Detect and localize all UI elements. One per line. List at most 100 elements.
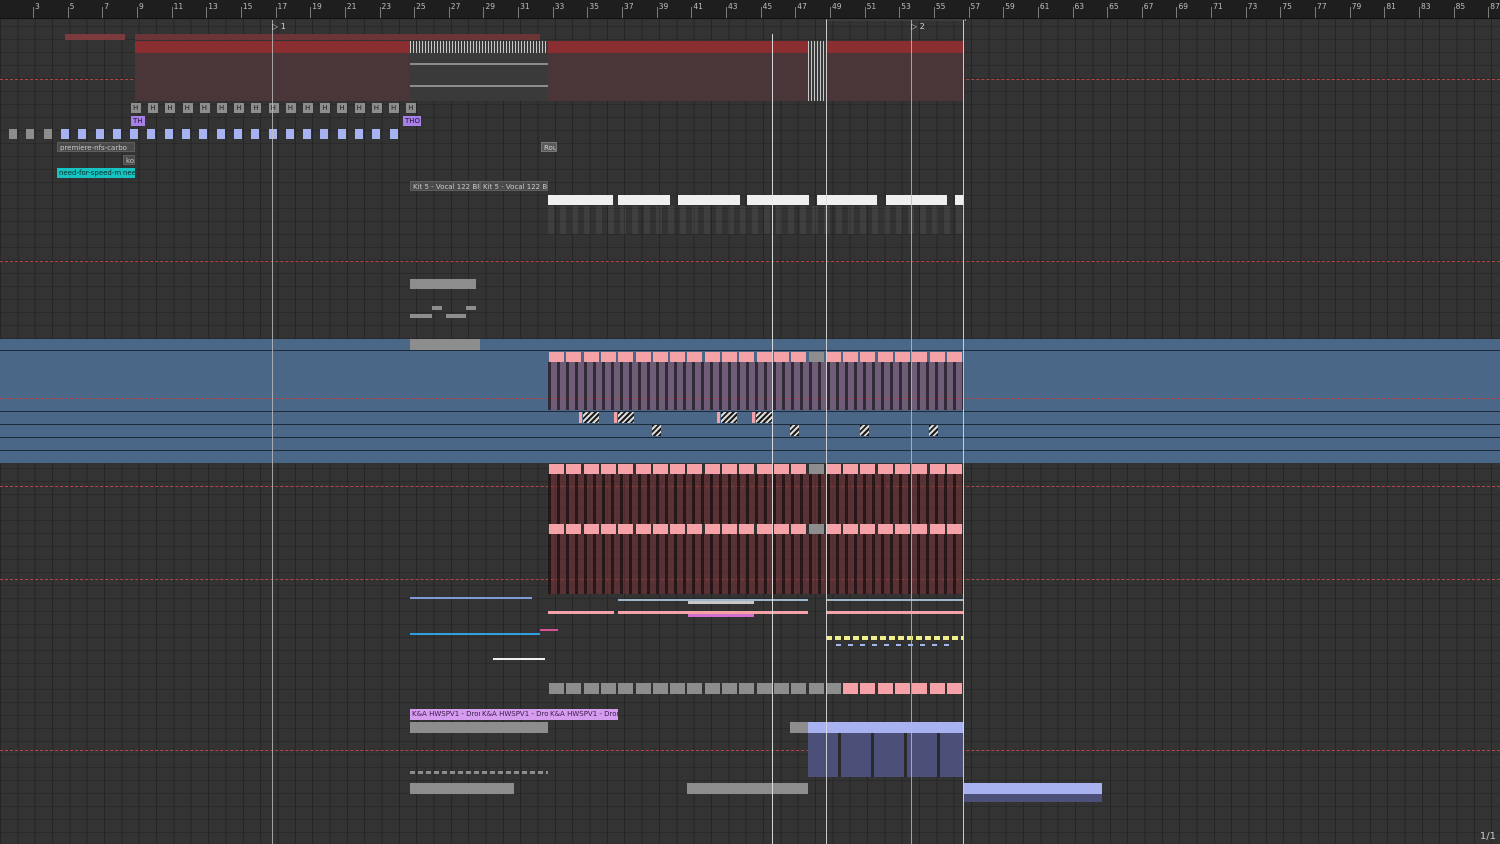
clip-hat[interactable]: H <box>337 103 348 113</box>
clip-lavender-note[interactable] <box>389 129 398 139</box>
clip-hat[interactable]: H <box>251 103 262 113</box>
clip-pink[interactable] <box>670 464 686 474</box>
clip-pink[interactable] <box>877 524 893 534</box>
clip-grey-pink[interactable] <box>549 683 564 694</box>
clip-lavender-note[interactable] <box>130 129 139 139</box>
clip-red-audio[interactable] <box>548 41 808 101</box>
clip-nfs-theme[interactable]: need-for-speed-m <box>57 168 121 178</box>
clip-lavender-note[interactable] <box>233 129 242 139</box>
clip-grey-pink[interactable] <box>722 683 737 694</box>
clip-grey-pink[interactable] <box>618 683 634 694</box>
clip-hat[interactable]: H <box>389 103 399 113</box>
clip-drone[interactable]: K&A HWSPV1 - Dron <box>410 709 480 720</box>
clip-pink[interactable] <box>808 524 824 534</box>
clip-pink[interactable] <box>670 524 686 534</box>
clip-pink[interactable] <box>791 352 807 362</box>
clip-white[interactable] <box>747 195 809 205</box>
clip-pink[interactable] <box>877 352 893 362</box>
clip-lavender-note[interactable] <box>95 129 104 139</box>
clip-pink[interactable] <box>652 352 668 362</box>
clip-pink[interactable] <box>583 352 599 362</box>
clip-pink[interactable] <box>618 524 634 534</box>
clip-red-faint[interactable] <box>135 34 540 40</box>
clip-grey-pink[interactable] <box>635 683 651 694</box>
clip-pink[interactable] <box>583 464 599 474</box>
clip-grey-pink[interactable] <box>704 683 720 694</box>
clip-lavender-note[interactable] <box>60 129 69 139</box>
automation-line[interactable] <box>548 611 614 614</box>
clip-pink[interactable] <box>929 524 945 534</box>
clip-hat[interactable]: H <box>217 103 227 113</box>
clip-pink[interactable] <box>929 464 945 474</box>
clip-pink[interactable] <box>687 352 703 362</box>
clip-white[interactable] <box>618 195 670 205</box>
clip-pink[interactable] <box>566 352 582 362</box>
clip-hat[interactable]: H <box>182 103 193 113</box>
automation-line[interactable] <box>826 599 964 601</box>
clip-hat[interactable]: H <box>354 103 365 113</box>
clip-pink[interactable] <box>739 464 755 474</box>
clip-grey-pink[interactable] <box>600 683 616 694</box>
clip-pink[interactable] <box>618 352 634 362</box>
clip-pink[interactable] <box>549 352 564 362</box>
clip-lavender-note[interactable] <box>9 129 17 139</box>
clip-hat[interactable]: H <box>199 103 210 113</box>
clip-drone[interactable]: K&A HWSPV1 - Dron <box>548 709 618 720</box>
clip-nfs-short[interactable]: nee <box>121 168 135 178</box>
clip-lavender-note[interactable] <box>26 129 35 139</box>
clip-hat[interactable]: H <box>303 103 313 113</box>
clip-hatched[interactable] <box>583 412 599 423</box>
clip-grey-pink[interactable] <box>773 683 789 694</box>
clip-pink[interactable] <box>618 464 634 474</box>
clip-pink[interactable] <box>722 524 737 534</box>
clip-lavender[interactable] <box>964 783 1102 794</box>
automation-line[interactable] <box>493 658 545 660</box>
clip-pink-body[interactable] <box>548 534 964 594</box>
clip-pink[interactable] <box>722 464 737 474</box>
clip-hat[interactable]: H <box>285 103 296 113</box>
clip-pink[interactable] <box>825 464 841 474</box>
locator-1[interactable]: ▷ 1 <box>272 22 286 31</box>
clip-grey-pink[interactable] <box>566 683 582 694</box>
clip-lavender-note[interactable] <box>147 129 156 139</box>
clip-lavender-note[interactable] <box>320 129 329 139</box>
clip-red-faint[interactable] <box>65 34 125 40</box>
clip-hat[interactable]: H <box>268 103 279 113</box>
clip-grey-pink[interactable] <box>860 683 876 694</box>
clip-audio-grey[interactable] <box>410 53 548 101</box>
clip-pink[interactable] <box>773 352 789 362</box>
clip-lavender-note[interactable] <box>182 129 190 139</box>
clip-pink-mark[interactable] <box>752 412 755 423</box>
clip-hatched[interactable] <box>652 425 661 436</box>
clip-grey[interactable] <box>687 783 808 794</box>
clip-lavender-note[interactable] <box>372 129 381 139</box>
clip-rou[interactable]: Rou <box>541 142 557 152</box>
clip-pink[interactable] <box>670 352 686 362</box>
clip-pink[interactable] <box>929 352 945 362</box>
clip-hat[interactable]: H <box>320 103 331 113</box>
clip-hat[interactable]: H <box>165 103 176 113</box>
clip-tho[interactable]: THO <box>403 116 421 126</box>
clip-pink[interactable] <box>687 464 703 474</box>
automation-line[interactable] <box>410 633 540 635</box>
clip-pink[interactable] <box>722 352 737 362</box>
clip-grey[interactable] <box>410 783 514 794</box>
clip-pink[interactable] <box>756 464 772 474</box>
locator-2[interactable]: ▷ 2 <box>911 22 925 31</box>
clip-grey-pink[interactable] <box>825 683 841 694</box>
clip-pink[interactable] <box>843 464 859 474</box>
clip-grey-pink[interactable] <box>929 683 945 694</box>
clip-grey-pink[interactable] <box>687 683 703 694</box>
clip-pink[interactable] <box>946 464 962 474</box>
clip-pink[interactable] <box>739 524 755 534</box>
clip-hatched[interactable] <box>721 412 737 423</box>
clip-grey-header[interactable] <box>410 279 476 289</box>
clip-pink[interactable] <box>635 352 651 362</box>
clip-pink[interactable] <box>877 464 893 474</box>
clip-lavender-note[interactable] <box>337 129 346 139</box>
clip-pink[interactable] <box>566 524 582 534</box>
clip-pink[interactable] <box>687 524 703 534</box>
clip-pink[interactable] <box>912 524 928 534</box>
clip-premiere[interactable]: premiere-nfs-carbo <box>57 142 135 152</box>
clip-hatched[interactable] <box>618 412 634 423</box>
